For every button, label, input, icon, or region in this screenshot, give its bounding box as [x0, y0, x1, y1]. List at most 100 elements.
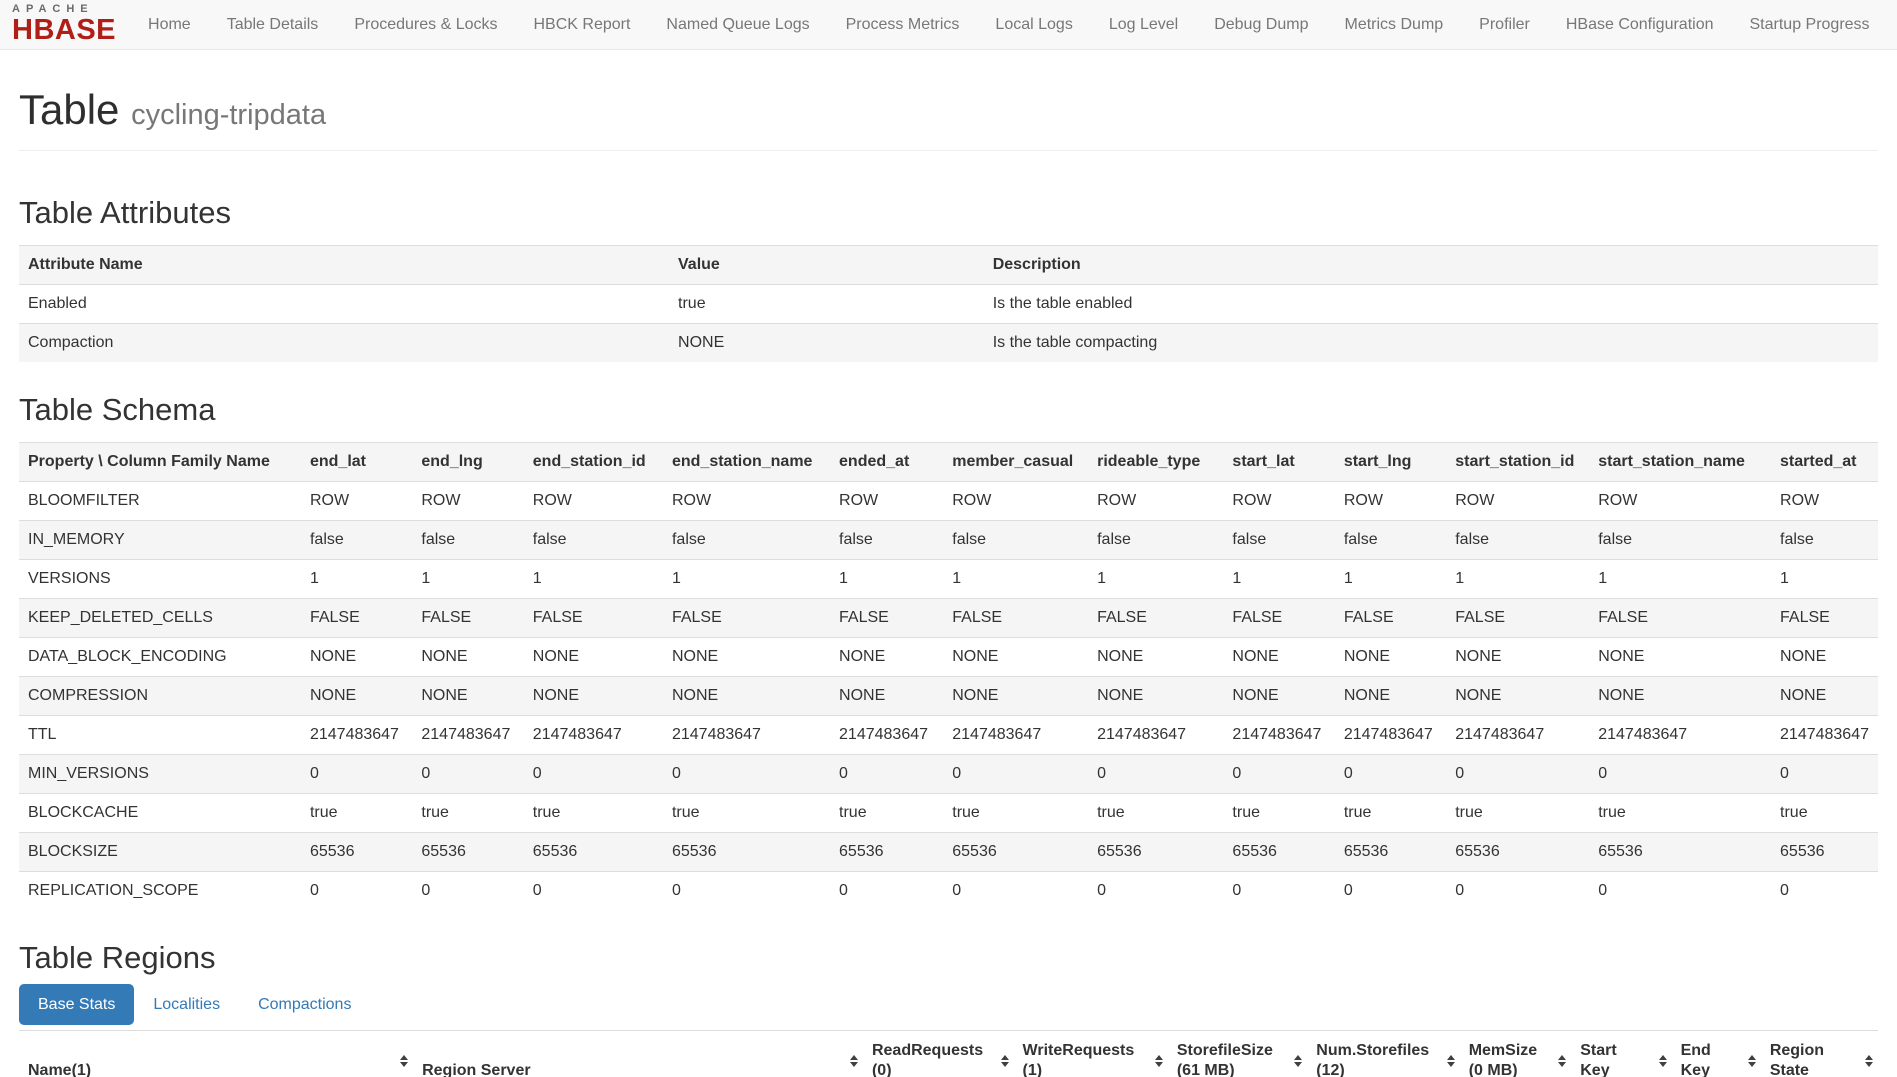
schema-value-cell: NONE — [1446, 638, 1589, 677]
top-navbar: APACHE HBASE HomeTable DetailsProcedures… — [0, 0, 1897, 50]
hbase-logo[interactable]: APACHE HBASE — [12, 4, 116, 45]
schema-value-cell: false — [1589, 521, 1771, 560]
schema-col-rideable-type: rideable_type — [1088, 443, 1223, 482]
regions-col-name-1[interactable]: Name(1) — [19, 1031, 413, 1077]
nav-item-metrics-dump[interactable]: Metrics Dump — [1326, 16, 1461, 34]
schema-value-cell: false — [943, 521, 1088, 560]
regions-table: Name(1)Region ServerReadRequests(0)Write… — [19, 1030, 1878, 1077]
schema-property-cell: REPLICATION_SCOPE — [19, 872, 301, 911]
tab-base-stats[interactable]: Base Stats — [19, 984, 134, 1025]
sort-icon[interactable] — [1155, 1055, 1163, 1067]
schema-value-cell: true — [943, 794, 1088, 833]
schema-value-cell: FALSE — [663, 599, 830, 638]
table-row: COMPRESSIONNONENONENONENONENONENONENONEN… — [19, 677, 1878, 716]
schema-value-cell: FALSE — [524, 599, 663, 638]
nav-item-log-level[interactable]: Log Level — [1091, 16, 1196, 34]
schema-value-cell: ROW — [524, 482, 663, 521]
schema-value-cell: true — [524, 794, 663, 833]
regions-col-endkey[interactable]: EndKey — [1672, 1031, 1761, 1077]
sort-icon[interactable] — [1659, 1055, 1667, 1067]
nav-item-debug-dump[interactable]: Debug Dump — [1196, 16, 1326, 34]
sort-icon[interactable] — [400, 1055, 408, 1067]
schema-value-cell: 65536 — [1223, 833, 1334, 872]
schema-value-cell: FALSE — [1088, 599, 1223, 638]
schema-value-cell: ROW — [301, 482, 412, 521]
schema-value-cell: true — [1335, 794, 1446, 833]
schema-value-cell: 65536 — [1335, 833, 1446, 872]
regions-col-label: Region — [1770, 1041, 1856, 1061]
schema-value-cell: 0 — [943, 872, 1088, 911]
sort-icon[interactable] — [1748, 1055, 1756, 1067]
schema-value-cell: false — [1088, 521, 1223, 560]
schema-value-cell: NONE — [943, 677, 1088, 716]
nav-item-table-details[interactable]: Table Details — [209, 16, 337, 34]
table-row: KEEP_DELETED_CELLSFALSEFALSEFALSEFALSEFA… — [19, 599, 1878, 638]
schema-value-cell: 0 — [412, 872, 523, 911]
sort-icon[interactable] — [1001, 1055, 1009, 1067]
schema-value-cell: FALSE — [1446, 599, 1589, 638]
sort-icon[interactable] — [1294, 1055, 1302, 1067]
regions-col-region-server[interactable]: Region Server — [413, 1031, 863, 1077]
tab-compactions[interactable]: Compactions — [239, 984, 370, 1025]
nav-item-local-logs[interactable]: Local Logs — [977, 16, 1090, 34]
schema-value-cell: ROW — [830, 482, 943, 521]
table-row: REPLICATION_SCOPE000000000000 — [19, 872, 1878, 911]
schema-value-cell: false — [830, 521, 943, 560]
regions-table-head: Name(1)Region ServerReadRequests(0)Write… — [19, 1031, 1878, 1077]
regions-col-sublabel: (61 MB) — [1177, 1061, 1285, 1077]
schema-value-cell: false — [524, 521, 663, 560]
schema-table-body: BLOOMFILTERROWROWROWROWROWROWROWROWROWRO… — [19, 482, 1878, 911]
schema-value-cell: 0 — [1771, 755, 1878, 794]
schema-value-cell: 0 — [663, 872, 830, 911]
schema-value-cell: 0 — [1223, 755, 1334, 794]
schema-value-cell: 2147483647 — [1223, 716, 1334, 755]
table-row: CompactionNONEIs the table compacting — [19, 324, 1878, 363]
attribute-cell: NONE — [669, 324, 984, 363]
regions-col-writerequests-1[interactable]: WriteRequests(1) — [1014, 1031, 1168, 1077]
regions-col-storefilesize-61-mb[interactable]: StorefileSize(61 MB) — [1168, 1031, 1307, 1077]
schema-value-cell: NONE — [1223, 677, 1334, 716]
nav-item-process-metrics[interactable]: Process Metrics — [828, 16, 978, 34]
table-row: BLOCKSIZE6553665536655366553665536655366… — [19, 833, 1878, 872]
tab-localities[interactable]: Localities — [134, 984, 239, 1025]
nav-item-startup-progress[interactable]: Startup Progress — [1732, 16, 1888, 34]
regions-col-readrequests-0[interactable]: ReadRequests(0) — [863, 1031, 1014, 1077]
nav-item-profiler[interactable]: Profiler — [1461, 16, 1548, 34]
schema-value-cell: 0 — [1335, 872, 1446, 911]
schema-value-cell: 1 — [663, 560, 830, 599]
schema-value-cell: NONE — [943, 638, 1088, 677]
schema-value-cell: NONE — [1088, 677, 1223, 716]
nav-item-named-queue-logs[interactable]: Named Queue Logs — [648, 16, 827, 34]
schema-value-cell: 2147483647 — [1088, 716, 1223, 755]
nav-item-hbase-configuration[interactable]: HBase Configuration — [1548, 16, 1732, 34]
regions-col-num-storefiles-12[interactable]: Num.Storefiles(12) — [1307, 1031, 1459, 1077]
schema-value-cell: ROW — [412, 482, 523, 521]
schema-value-cell: ROW — [1446, 482, 1589, 521]
sort-icon[interactable] — [1865, 1055, 1873, 1067]
schema-value-cell: 0 — [1223, 872, 1334, 911]
schema-value-cell: 1 — [1088, 560, 1223, 599]
schema-value-cell: false — [412, 521, 523, 560]
schema-value-cell: true — [830, 794, 943, 833]
regions-col-memsize-0-mb[interactable]: MemSize(0 MB) — [1460, 1031, 1572, 1077]
schema-value-cell: 0 — [1446, 872, 1589, 911]
schema-value-cell: NONE — [301, 677, 412, 716]
page-content: Table cycling-tripdata Table Attributes … — [0, 86, 1897, 1077]
table-row: DATA_BLOCK_ENCODINGNONENONENONENONENONEN… — [19, 638, 1878, 677]
schema-col-member-casual: member_casual — [943, 443, 1088, 482]
nav-item-home[interactable]: Home — [130, 16, 209, 34]
schema-value-cell: 1 — [1771, 560, 1878, 599]
regions-col-regionstate[interactable]: RegionState — [1761, 1031, 1878, 1077]
nav-item-hbck-report[interactable]: HBCK Report — [516, 16, 649, 34]
schema-value-cell: 2147483647 — [1446, 716, 1589, 755]
schema-value-cell: NONE — [663, 677, 830, 716]
nav-item-procedures-locks[interactable]: Procedures & Locks — [336, 16, 515, 34]
sort-icon[interactable] — [1447, 1055, 1455, 1067]
sort-icon[interactable] — [1558, 1055, 1566, 1067]
regions-col-startkey[interactable]: StartKey — [1571, 1031, 1671, 1077]
attribute-cell: Is the table compacting — [984, 324, 1878, 363]
sort-icon[interactable] — [850, 1055, 858, 1067]
schema-value-cell: false — [1335, 521, 1446, 560]
schema-property-cell: BLOCKSIZE — [19, 833, 301, 872]
schema-value-cell: 1 — [301, 560, 412, 599]
